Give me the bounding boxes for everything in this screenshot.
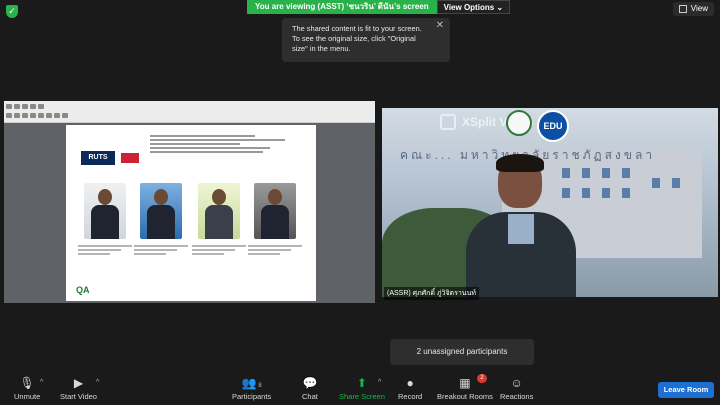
edu-badge: EDU xyxy=(537,110,569,142)
fit-screen-tooltip: The shared content is fit to your screen… xyxy=(282,18,450,62)
participants-label: Participants xyxy=(232,392,272,401)
xsplit-logo-icon xyxy=(440,114,456,130)
document-header-lines xyxy=(150,133,300,155)
breakout-rooms-label: Breakout Rooms xyxy=(437,392,493,401)
toolbar-icon xyxy=(6,113,12,118)
speaker-figure xyxy=(466,154,576,297)
viewing-text: You are viewing (ASST) ‘ชนวริน’ ดีนัน’s … xyxy=(247,0,437,14)
participant-name-tag: (ASSR) ศุภศักดิ์ ภู่วิจิตรานนท์ xyxy=(384,287,479,300)
toolbar-icon xyxy=(22,113,28,118)
toolbar-icon xyxy=(14,113,20,118)
participants-icon: 👥 8 xyxy=(241,376,262,390)
audio-options-caret[interactable]: ^ xyxy=(40,379,43,386)
chat-label: Chat xyxy=(302,392,318,401)
toolbar-icon xyxy=(30,104,36,109)
university-seal xyxy=(506,110,532,136)
toolbar-icon xyxy=(6,104,12,109)
breakout-rooms-icon: ▦ 2 xyxy=(459,374,487,390)
shared-screen[interactable]: RUTS QA xyxy=(4,101,375,303)
leave-room-button[interactable]: Leave Room xyxy=(658,382,714,398)
toolbar-icon xyxy=(30,113,36,118)
pdf-page: RUTS QA xyxy=(66,125,316,301)
pdf-canvas: RUTS QA xyxy=(4,123,375,303)
toolbar-icon xyxy=(54,113,60,118)
chat-icon: 💬 xyxy=(302,376,318,390)
breakout-rooms-button[interactable]: ▦ 2 Breakout Rooms xyxy=(437,374,493,401)
viewing-banner: You are viewing (ASST) ‘ชนวริน’ ดีนัน’s … xyxy=(247,0,511,14)
person-caption xyxy=(78,243,132,257)
reactions-icon: ☺ xyxy=(510,376,523,390)
view-label: View xyxy=(690,4,708,13)
person-photo xyxy=(140,183,182,239)
toolbar-icon xyxy=(46,113,52,118)
muted-microphone-icon: 🎙 xyxy=(19,376,35,390)
pdf-viewer-toolbar xyxy=(4,101,375,123)
meeting-toolbar: 🎙 Unmute ^ ▶ Start Video ^ 👥 8 Participan… xyxy=(0,370,720,405)
reactions-label: Reactions xyxy=(500,392,534,401)
chevron-down-icon: ⌄ xyxy=(496,3,504,12)
view-button[interactable]: View xyxy=(672,2,714,16)
start-video-label: Start Video xyxy=(60,392,97,401)
unassigned-participants-popup[interactable]: 2 unassigned participants xyxy=(390,339,534,365)
toolbar-row-1 xyxy=(6,104,373,111)
person-photo xyxy=(84,183,126,239)
person-photo xyxy=(254,183,296,239)
person-caption xyxy=(248,243,302,257)
view-options-button[interactable]: View Options ⌄ xyxy=(436,0,511,14)
person-caption xyxy=(134,243,188,257)
share-screen-label: Share Screen xyxy=(339,392,385,401)
breakout-badge: 2 xyxy=(477,374,487,383)
unmute-button[interactable]: 🎙 Unmute xyxy=(14,376,40,401)
secondary-logo xyxy=(121,153,139,163)
toolbar-icon xyxy=(22,104,28,109)
share-options-caret[interactable]: ^ xyxy=(378,379,381,386)
participants-count: 8 xyxy=(258,383,262,389)
toolbar-icon xyxy=(38,104,44,109)
unmute-label: Unmute xyxy=(14,392,41,401)
chat-button[interactable]: 💬 Chat xyxy=(302,376,318,401)
ruts-logo: RUTS xyxy=(81,151,115,165)
share-screen-icon: ⬆ xyxy=(356,376,367,390)
tooltip-text: The shared content is fit to your screen… xyxy=(292,24,422,53)
start-video-button[interactable]: ▶ Start Video xyxy=(60,376,97,401)
view-options-label: View Options xyxy=(443,3,495,12)
toolbar-icon xyxy=(14,104,20,109)
person-caption xyxy=(192,243,246,257)
security-shield-icon[interactable]: ✓ xyxy=(6,5,18,18)
record-icon: ● xyxy=(406,376,414,390)
video-off-icon: ▶ xyxy=(73,376,84,390)
grid-icon xyxy=(678,5,687,13)
participant-video[interactable]: คณะ... มหาวิทยาลัยราชภัฏสงขลา XSplit VCa… xyxy=(382,108,718,297)
toolbar-icon xyxy=(62,113,68,118)
video-options-caret[interactable]: ^ xyxy=(96,379,99,386)
toolbar-icon xyxy=(38,113,44,118)
reactions-button[interactable]: ☺ Reactions xyxy=(500,376,533,401)
close-icon[interactable]: ✕ xyxy=(436,21,444,31)
record-label: Record xyxy=(398,392,423,401)
qa-logo: QA xyxy=(76,285,90,295)
participants-button[interactable]: 👥 8 Participants xyxy=(232,376,271,401)
record-button[interactable]: ● Record xyxy=(398,376,422,401)
toolbar-row-2 xyxy=(6,113,373,120)
person-photo xyxy=(198,183,240,239)
